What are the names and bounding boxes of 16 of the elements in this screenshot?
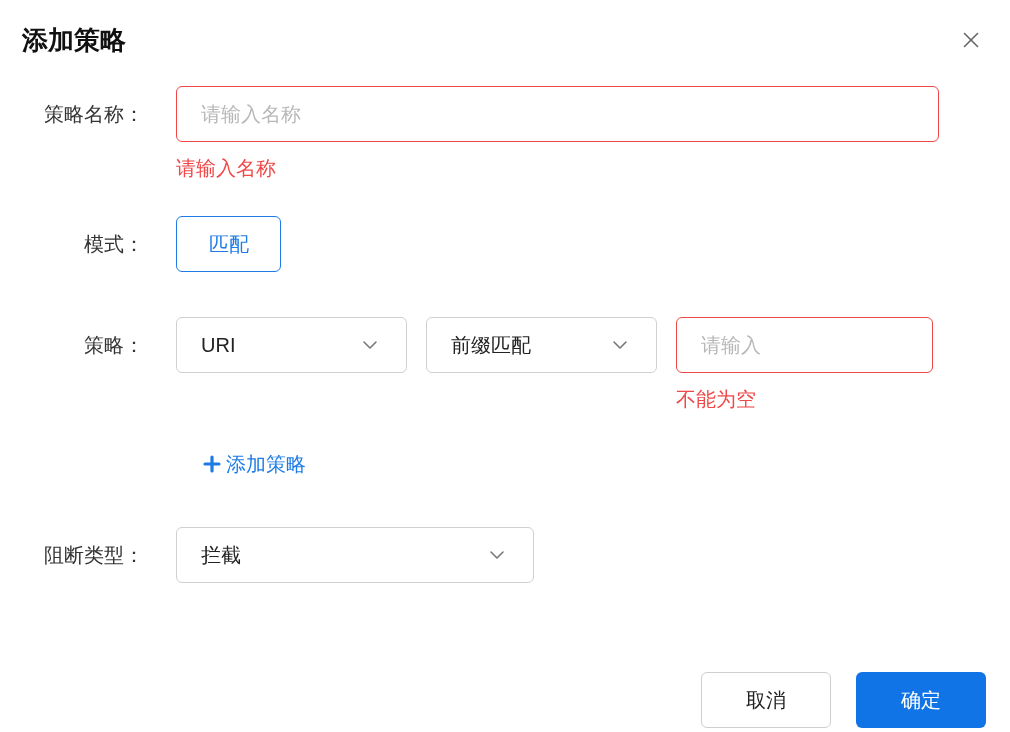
confirm-button[interactable]: 确定 [856, 672, 986, 728]
name-input[interactable]: 请输入名称 [176, 86, 939, 142]
select-field[interactable]: 拦截 [176, 527, 534, 583]
mode-option[interactable]: 匹配 [176, 216, 281, 272]
error-message: 不能为空 [676, 387, 757, 412]
dialog-title: 添加策略 [22, 24, 126, 56]
cancel-button[interactable]: 取消 [701, 672, 831, 728]
field-label: 策略名称： [44, 102, 144, 127]
field-label: 阻断类型： [44, 543, 144, 568]
value-input[interactable]: 请输入 [676, 317, 933, 373]
field-label: 策略： [84, 333, 144, 358]
error-message: 请输入名称 [176, 156, 277, 181]
field-label: 模式： [84, 232, 144, 257]
add-strategy-link[interactable]: 添加策略 [200, 450, 306, 478]
select-field[interactable]: 前缀匹配 [426, 317, 657, 373]
select-field[interactable]: URI [176, 317, 407, 373]
